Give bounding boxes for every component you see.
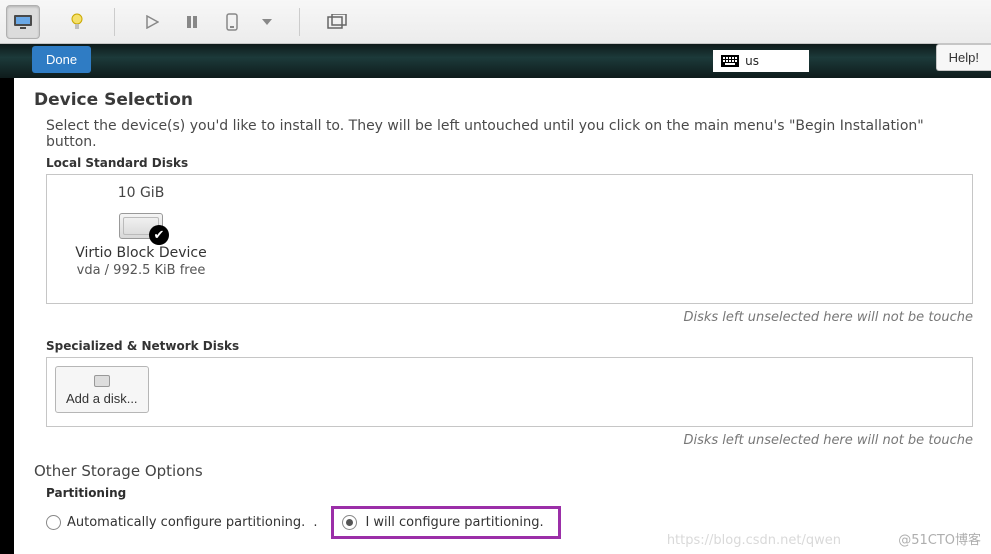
- radio-manual-label: I will configure partitioning.: [365, 515, 543, 530]
- installer-header: Done us: [0, 44, 991, 78]
- monitor-button[interactable]: [6, 5, 40, 39]
- snapshot-dropdown[interactable]: [255, 5, 279, 39]
- disk-free: vda / 992.5 KiB free: [61, 263, 221, 278]
- add-disk-button[interactable]: Add a disk...: [55, 366, 149, 413]
- local-disks-label: Local Standard Disks: [46, 156, 973, 170]
- radio-auto-label: Automatically configure partitioning.: [67, 515, 305, 530]
- done-button[interactable]: Done: [32, 46, 91, 73]
- play-button[interactable]: [135, 5, 169, 39]
- main-content: Device Selection Select the device(s) yo…: [0, 78, 991, 554]
- bulb-button[interactable]: [60, 5, 94, 39]
- other-storage-title: Other Storage Options: [34, 462, 973, 480]
- hdd-small-icon: [94, 375, 110, 387]
- check-icon: ✔: [149, 225, 169, 245]
- device-selection-description: Select the device(s) you'd like to insta…: [46, 118, 973, 150]
- add-disk-label: Add a disk...: [66, 391, 138, 406]
- network-disk-hint: Disks left unselected here will not be t…: [46, 433, 973, 448]
- keyboard-layout-label: us: [745, 54, 759, 68]
- hdd-icon: ✔: [119, 207, 163, 239]
- local-disks-box: 10 GiB ✔ Virtio Block Device vda / 992.5…: [46, 174, 973, 304]
- chevron-down-icon: [262, 19, 272, 25]
- watermark-csdn: https://blog.csdn.net/qwen: [667, 533, 841, 548]
- vm-toolbar: [0, 0, 991, 44]
- network-disks-box: Add a disk...: [46, 357, 973, 427]
- watermark-51cto: @51CTO博客: [898, 529, 981, 548]
- disk-item[interactable]: 10 GiB ✔ Virtio Block Device vda / 992.5…: [61, 185, 221, 278]
- keyboard-layout-indicator[interactable]: us: [713, 50, 809, 72]
- keyboard-icon: [721, 55, 739, 67]
- radio-manual-partition[interactable]: [342, 515, 357, 530]
- manual-partition-highlight: I will configure partitioning.: [331, 506, 560, 539]
- pause-button[interactable]: [175, 5, 209, 39]
- network-disks-label: Specialized & Network Disks: [46, 339, 973, 353]
- fullscreen-button[interactable]: [320, 5, 354, 39]
- partitioning-label: Partitioning: [46, 486, 973, 500]
- snapshot-button[interactable]: [215, 5, 249, 39]
- dot: .: [313, 515, 317, 530]
- help-button[interactable]: Help!: [936, 44, 991, 71]
- local-disk-hint: Disks left unselected here will not be t…: [46, 310, 973, 325]
- disk-name: Virtio Block Device: [61, 245, 221, 261]
- disk-size: 10 GiB: [61, 185, 221, 201]
- radio-auto-partition[interactable]: [46, 515, 61, 530]
- device-selection-title: Device Selection: [34, 90, 973, 110]
